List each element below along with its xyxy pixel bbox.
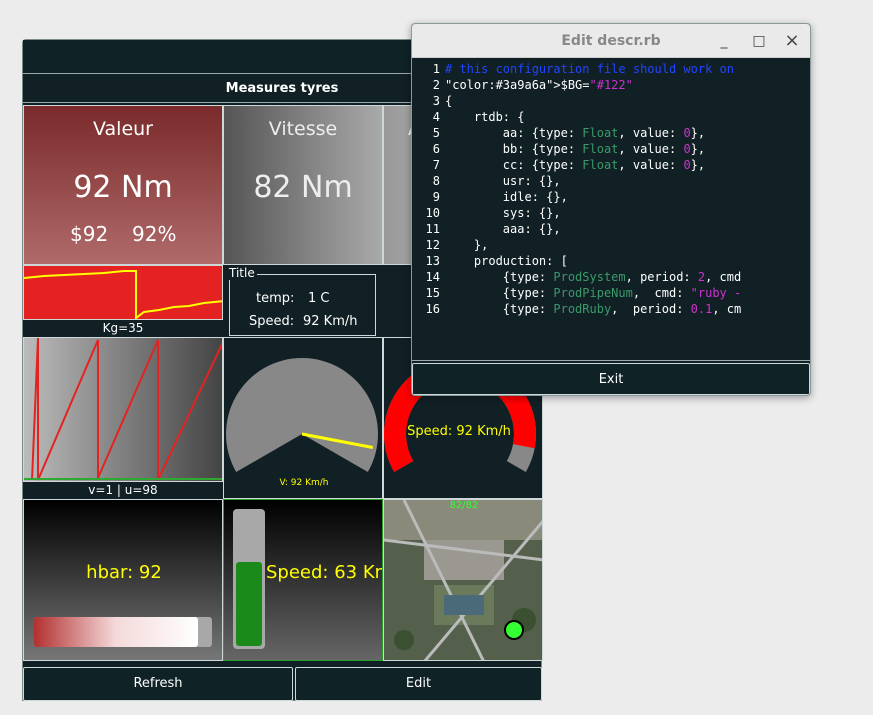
speed-value: 92 Km/h (303, 314, 358, 329)
sawtooth-chart (23, 337, 223, 482)
code-line: production: [ (445, 254, 568, 268)
line-number: 14 (425, 270, 440, 284)
code-line: rtdb: { (445, 110, 525, 124)
code-line: {type: ProdRuby, period: 0.1, cm (445, 302, 742, 316)
minimize-icon[interactable]: _ (714, 24, 734, 58)
needle-gauge-label: V: 92 Km/h (279, 478, 329, 488)
sawtooth-series-line (31, 338, 222, 481)
line-number: 1 (432, 62, 440, 76)
map-image (384, 500, 542, 660)
refresh-button[interactable]: Refresh (23, 667, 293, 701)
hbar-track (34, 617, 212, 647)
temp-key: temp: (256, 291, 295, 306)
kg-chart (23, 265, 223, 320)
vitesse-panel: Vitesse 82 Nm (223, 105, 383, 265)
edit-button[interactable]: Edit (295, 667, 542, 701)
line-number: 9 (432, 190, 440, 204)
needle-gauge-svg (226, 358, 378, 472)
vbar-track (233, 509, 265, 649)
speed-key: Speed: (249, 314, 295, 329)
valeur-panel: Valeur 92 Nm $92 92% (23, 105, 223, 265)
line-number: 2 (432, 78, 440, 92)
exit-button[interactable]: Exit (412, 363, 810, 395)
line-number: 8 (432, 174, 440, 188)
code-line: idle: {}, (445, 190, 568, 204)
code-line: cc: {type: Float, value: 0}, (445, 158, 706, 172)
sawtooth-plot (24, 338, 222, 481)
valeur-percent: 92% (132, 222, 177, 246)
line-number: 12 (425, 238, 440, 252)
sawtooth-label: v=1 | u=98 (88, 483, 158, 497)
editor-separator (412, 360, 810, 361)
editor-window: Edit descr.rb _ □ × 1 # this configuratio… (411, 23, 811, 396)
code-line: aa: {type: Float, value: 0}, (445, 126, 706, 140)
line-number: 3 (432, 94, 440, 108)
temp-value: 1 C (308, 291, 330, 306)
vbar-panel: Speed: 63 Km/h (223, 499, 383, 661)
line-number: 13 (425, 254, 440, 268)
line-number: 5 (432, 126, 440, 140)
code-line: {type: ProdSystem, period: 2, cmd (445, 270, 742, 284)
vbar-label: Speed: 63 Km/h (266, 562, 382, 583)
arc-gauge-label: Speed: 92 Km/h (407, 424, 511, 439)
kg-chart-plot (24, 270, 222, 319)
hbar-fill (34, 617, 198, 647)
line-number: 6 (432, 142, 440, 156)
code-line: usr: {}, (445, 174, 561, 188)
vitesse-value: 82 Nm (253, 170, 353, 205)
code-line: bb: {type: Float, value: 0}, (445, 142, 706, 156)
code-line: { (445, 94, 453, 108)
valeur-label: Valeur (93, 118, 153, 140)
needle-gauge-dial (226, 358, 378, 472)
close-icon[interactable]: × (782, 24, 802, 58)
vitesse-label: Vitesse (268, 118, 338, 140)
line-number: 15 (425, 286, 440, 300)
kg-series-line (24, 270, 222, 319)
group-box-title: Title (227, 266, 257, 280)
hbar-label: hbar: 92 (86, 562, 162, 583)
code-line: sys: {}, (445, 206, 561, 220)
code-line: aaa: {}, (445, 222, 561, 236)
code-line: "color:#3a9a6a">$BG="#122" (445, 78, 633, 92)
code-line: # this configuration file should work on (445, 62, 734, 76)
line-number: 10 (425, 206, 440, 220)
code-editor[interactable]: 1 # this configuration file should work o… (412, 62, 810, 358)
line-number: 16 (425, 302, 440, 316)
line-number: 7 (432, 158, 440, 172)
needle-gauge: V: 92 Km/h (223, 337, 383, 499)
title-group-area: temp: 1 C Speed: 92 Km/h Title (223, 265, 383, 337)
valeur-value: 92 Nm (73, 170, 173, 205)
title-group-box: temp: 1 C Speed: 92 Km/h (229, 274, 376, 336)
map-position-marker[interactable] (504, 620, 524, 640)
line-number: 4 (432, 110, 440, 124)
maximize-icon[interactable]: □ (749, 24, 769, 58)
code-line: {type: ProdPipeNum, cmd: "ruby - (445, 286, 742, 300)
kg-label: Kg=35 (102, 321, 144, 335)
valeur-price: $92 (70, 222, 109, 246)
vbar-fill (236, 561, 262, 646)
map-panel[interactable]: 82/82 (383, 499, 543, 661)
map-caption: 82/82 (449, 500, 479, 511)
hbar-panel: hbar: 92 (23, 499, 223, 661)
code-line: }, (445, 238, 489, 252)
line-number: 11 (425, 222, 440, 236)
